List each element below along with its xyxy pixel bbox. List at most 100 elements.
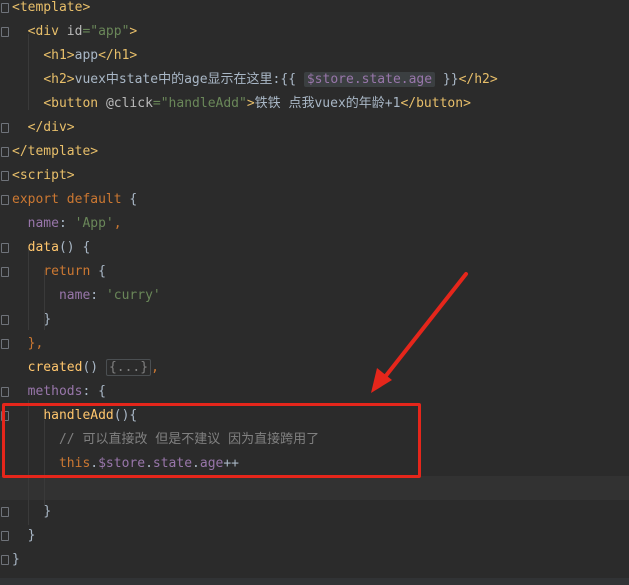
code-line[interactable]: <script> <box>0 164 629 188</box>
code-token: , <box>151 360 159 375</box>
code-token: id <box>66 24 83 39</box>
code-token: ="app" <box>82 24 130 39</box>
fold-marker-icon[interactable] <box>1 387 9 397</box>
code-token: <template> <box>12 0 91 15</box>
code-text: data() { <box>12 236 91 260</box>
code-token: } <box>27 528 36 543</box>
code-token: </h2> <box>458 72 498 87</box>
code-token: $store.state.age <box>303 72 436 87</box>
code-token: , <box>113 216 122 231</box>
code-token: 'App' <box>74 216 114 231</box>
code-text: <template> <box>12 0 90 20</box>
code-token: name <box>27 216 59 231</box>
code-line[interactable]: </div> <box>0 116 629 140</box>
code-token: : { <box>82 384 106 399</box>
code-line[interactable]: } <box>0 500 629 524</box>
code-token: 铁铁 点我vuex的年龄+1 <box>254 96 401 111</box>
fold-marker-icon[interactable] <box>1 147 9 157</box>
code-line[interactable]: <h1>app</h1> <box>0 44 629 68</box>
code-token: export default <box>12 192 130 207</box>
code-token: <button <box>43 96 106 111</box>
code-token: > <box>246 96 255 111</box>
code-line[interactable]: methods: { <box>0 380 629 404</box>
code-token: name <box>58 288 91 303</box>
code-token: </div> <box>27 120 75 135</box>
code-token: }} <box>435 72 459 87</box>
code-token: created <box>27 360 83 375</box>
code-token: </h1> <box>98 48 138 63</box>
fold-marker-icon[interactable] <box>1 339 9 349</box>
code-text: <h2>vuex中state中的age显示在这里:{{ $store.state… <box>12 68 498 92</box>
code-text: } <box>12 524 36 548</box>
code-text: } <box>12 500 51 524</box>
code-line[interactable]: } <box>0 548 629 572</box>
code-line[interactable]: <template> <box>0 0 629 20</box>
fold-marker-icon[interactable] <box>1 531 9 541</box>
code-line[interactable]: name: 'App', <box>0 212 629 236</box>
code-token: () { <box>58 240 91 255</box>
code-token: methods <box>27 384 83 399</box>
code-line[interactable]: }, <box>0 332 629 356</box>
code-token: > <box>129 24 138 39</box>
indent-guide <box>28 250 29 330</box>
fold-marker-icon[interactable] <box>1 507 9 517</box>
code-token: } <box>12 552 20 567</box>
code-token: vuex中state中的age显示在这里:{{ <box>74 72 304 87</box>
code-token: <h1> <box>43 48 75 63</box>
code-line[interactable]: name: 'curry' <box>0 284 629 308</box>
code-line[interactable]: data() { <box>0 236 629 260</box>
code-text: name: 'App', <box>12 212 122 236</box>
code-line[interactable]: } <box>0 308 629 332</box>
code-text: methods: { <box>12 380 106 404</box>
code-token: { <box>129 192 138 207</box>
code-line[interactable]: </template> <box>0 140 629 164</box>
fold-marker-icon[interactable] <box>1 315 9 325</box>
fold-marker-icon[interactable] <box>1 243 9 253</box>
fold-marker-icon[interactable] <box>1 123 9 133</box>
code-token: <h2> <box>43 72 75 87</box>
code-line[interactable]: <div id="app"> <box>0 20 629 44</box>
fold-marker-icon[interactable] <box>1 195 9 205</box>
code-line[interactable] <box>0 476 629 500</box>
fold-marker-icon[interactable] <box>1 3 9 13</box>
code-text: <script> <box>12 164 75 188</box>
code-text: } <box>12 308 51 332</box>
code-line[interactable]: export default { <box>0 188 629 212</box>
code-text: created() {...}, <box>12 356 159 380</box>
indent-guide <box>28 34 29 110</box>
red-highlight-box <box>2 403 421 478</box>
code-line[interactable]: <button @click="handleAdd">铁铁 点我vuex的年龄+… <box>0 92 629 116</box>
code-token: <div <box>27 24 67 39</box>
code-token: </button> <box>400 96 471 111</box>
code-token: } <box>43 504 52 519</box>
fold-marker-icon[interactable] <box>1 555 9 565</box>
code-text: <button @click="handleAdd">铁铁 点我vuex的年龄+… <box>12 92 471 116</box>
code-line[interactable]: return { <box>0 260 629 284</box>
code-text: </template> <box>12 140 98 164</box>
code-token: 'curry' <box>105 288 161 303</box>
code-text: name: 'curry' <box>12 284 161 308</box>
fold-marker-icon[interactable] <box>1 267 9 277</box>
code-token: { <box>98 264 106 279</box>
code-token: ="handleAdd" <box>152 96 247 111</box>
code-text: return { <box>12 260 106 284</box>
horizontal-scrollbar[interactable] <box>0 578 629 585</box>
code-editor[interactable]: <template> <div id="app"> <h1>app</h1> <… <box>0 0 629 585</box>
code-line[interactable]: created() {...}, <box>0 356 629 380</box>
code-token: app <box>74 48 99 63</box>
code-line[interactable]: <h2>vuex中state中的age显示在这里:{{ $store.state… <box>0 68 629 92</box>
code-token: <script> <box>12 168 75 183</box>
code-token: {...} <box>105 359 152 376</box>
code-token: return <box>43 264 99 279</box>
code-line[interactable]: } <box>0 524 629 548</box>
fold-marker-icon[interactable] <box>1 171 9 181</box>
fold-marker-icon[interactable] <box>1 27 9 37</box>
code-text: }, <box>12 332 44 356</box>
